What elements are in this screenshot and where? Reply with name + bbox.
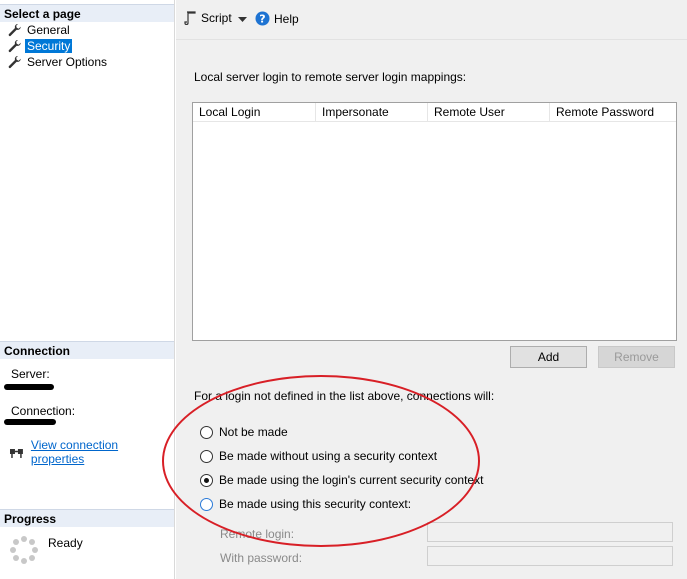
toolbar: Script ? Help [176, 0, 687, 40]
add-button[interactable]: Add [510, 346, 587, 368]
option-not-be-made[interactable]: Not be made [200, 425, 288, 439]
svg-text:?: ? [259, 13, 265, 26]
select-page-header: Select a page [0, 4, 174, 22]
option-label: Be made using the login's current securi… [219, 473, 484, 487]
connection-label: Connection: [11, 404, 76, 418]
column-header-remote-password[interactable]: Remote Password [550, 103, 676, 122]
script-icon [184, 11, 196, 25]
radio-button[interactable] [200, 425, 213, 439]
script-button[interactable]: Script [184, 11, 232, 25]
help-icon: ? [255, 11, 270, 26]
page-item-label: Server Options [27, 54, 108, 69]
option-current-security-context[interactable]: Be made using the login's current securi… [200, 473, 483, 487]
connection-header: Connection [0, 341, 174, 359]
left-panel: Select a page General Security Server Op… [0, 0, 175, 579]
radio-button-selected[interactable] [200, 473, 213, 487]
page-item-security[interactable]: Security [7, 38, 73, 53]
remove-button[interactable]: Remove [598, 346, 675, 368]
progress-status: Ready [48, 536, 83, 550]
view-connection-properties[interactable]: View connection properties [9, 438, 174, 466]
password-label: With password: [220, 551, 303, 565]
mapping-label: Local server login to remote server logi… [194, 70, 467, 84]
option-label: Be made using this security context: [219, 497, 412, 511]
option-label: Be made without using a security context [219, 449, 438, 463]
option-without-security-context[interactable]: Be made without using a security context [200, 449, 437, 463]
view-connection-link[interactable]: View connection properties [31, 438, 174, 466]
wrench-icon [8, 39, 21, 52]
page-item-label: Security [25, 38, 73, 53]
chevron-down-icon[interactable] [238, 17, 247, 23]
option-this-security-context[interactable]: Be made using this security context: [200, 497, 411, 511]
page-item-general[interactable]: General [7, 22, 72, 37]
column-header-remote-user[interactable]: Remote User [428, 103, 550, 122]
radio-button[interactable] [200, 449, 213, 463]
option-label: Not be made [219, 425, 288, 439]
wrench-icon [8, 23, 21, 36]
help-button[interactable]: ? Help [255, 11, 299, 26]
unmapped-login-hint: For a login not defined in the list abov… [194, 389, 495, 403]
remote-login-label: Remote login: [220, 527, 295, 541]
server-label: Server: [11, 367, 50, 381]
help-label: Help [274, 11, 299, 26]
login-mappings-grid[interactable]: Local Login Impersonate Remote User Remo… [192, 102, 677, 341]
script-label: Script [201, 11, 232, 25]
redacted-connection-value [4, 419, 56, 425]
radio-button[interactable] [200, 497, 213, 511]
column-header-local-login[interactable]: Local Login [193, 103, 316, 122]
page-item-server-options[interactable]: Server Options [7, 54, 109, 69]
column-header-impersonate[interactable]: Impersonate [316, 103, 428, 122]
page-item-label: General [27, 22, 70, 37]
redacted-server-value [4, 384, 54, 390]
remote-login-input[interactable] [427, 522, 673, 542]
connection-plug-icon [9, 449, 23, 458]
password-input[interactable] [427, 546, 673, 566]
progress-header: Progress [0, 509, 174, 527]
progress-spinner-icon [10, 536, 38, 564]
grid-header: Local Login Impersonate Remote User Remo… [193, 103, 676, 122]
main-panel: Script ? Help Local server login to remo… [176, 0, 687, 579]
wrench-icon [8, 55, 21, 68]
